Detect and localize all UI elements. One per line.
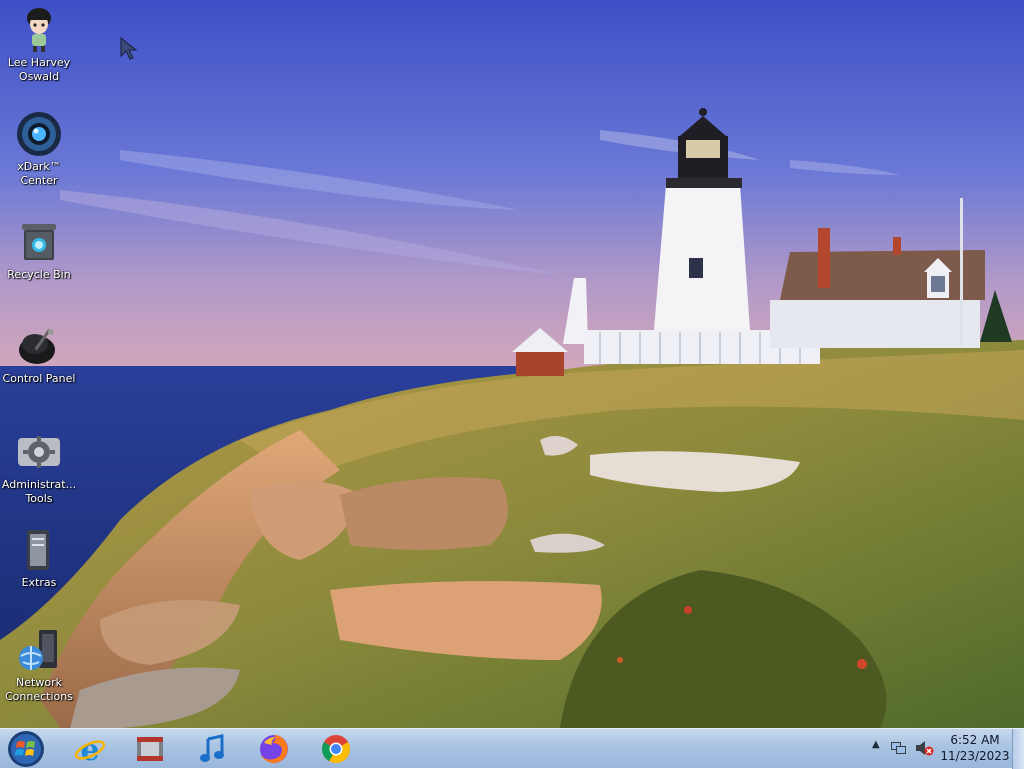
chrome-icon — [322, 735, 350, 763]
admin-tools-icon — [15, 428, 63, 476]
taskbar-app-firefox[interactable] — [248, 731, 300, 767]
desktop-icon-label: xDark™ Center — [17, 160, 61, 187]
clock-date: 11/23/2023 — [940, 749, 1010, 763]
desktop-icon-control-panel[interactable]: Control Panel — [1, 322, 77, 386]
desktop-icon-label: Extras — [21, 576, 57, 589]
desktop-icon-lee-harvey-oswald[interactable]: Lee Harvey Oswald — [1, 6, 77, 84]
taskbar-app-internet-explorer[interactable]: e — [64, 731, 116, 767]
taskbar-app-media-player[interactable] — [124, 731, 176, 767]
windows-start-orb-icon — [8, 731, 44, 767]
show-desktop-button[interactable] — [1012, 729, 1024, 769]
person-avatar-icon — [15, 6, 63, 54]
desktop-icon-label: Network Connections — [5, 676, 73, 703]
start-button[interactable] — [4, 730, 48, 768]
control-panel-icon — [15, 322, 63, 370]
show-hidden-icons-chevron-icon[interactable]: ▲ — [872, 739, 880, 750]
taskbar-clock[interactable]: 6:52 AM 11/23/2023 — [940, 732, 1010, 764]
media-film-icon — [137, 737, 163, 761]
internet-explorer-icon: e — [74, 733, 106, 765]
desktop-icon-network-connections[interactable]: Network Connections — [1, 626, 77, 704]
extras-icon — [15, 526, 63, 574]
desktop-icon-label: Administrat... Tools — [1, 478, 77, 505]
desktop-icon-label: Lee Harvey Oswald — [7, 56, 71, 83]
network-connections-icon — [15, 626, 63, 674]
desktop-icon-label: Recycle Bin — [7, 268, 71, 281]
firefox-icon — [260, 735, 288, 763]
taskbar-app-chrome[interactable] — [310, 731, 362, 767]
music-note-icon — [200, 734, 224, 762]
taskbar: e ▲ 6:52 AM 11/23/2023 — [0, 728, 1024, 769]
recycle-bin-icon — [15, 218, 63, 266]
clock-time: 6:52 AM — [950, 733, 1000, 747]
desktop-icon-administrative-tools[interactable]: Administrat... Tools — [1, 428, 77, 506]
svg-text:e: e — [80, 733, 99, 765]
xdark-center-icon — [15, 110, 63, 158]
volume-muted-icon[interactable] — [914, 739, 934, 757]
desktop-wallpaper — [0, 0, 1024, 728]
mouse-cursor-icon — [120, 36, 142, 65]
desktop-icon-xdark-center[interactable]: xDark™ Center — [1, 110, 77, 188]
taskbar-app-music[interactable] — [186, 731, 238, 767]
desktop-icon-recycle-bin[interactable]: Recycle Bin — [1, 218, 77, 282]
network-status-icon[interactable] — [890, 739, 908, 757]
desktop-icon-label: Control Panel — [2, 372, 76, 385]
desktop-icon-extras[interactable]: Extras — [1, 526, 77, 590]
